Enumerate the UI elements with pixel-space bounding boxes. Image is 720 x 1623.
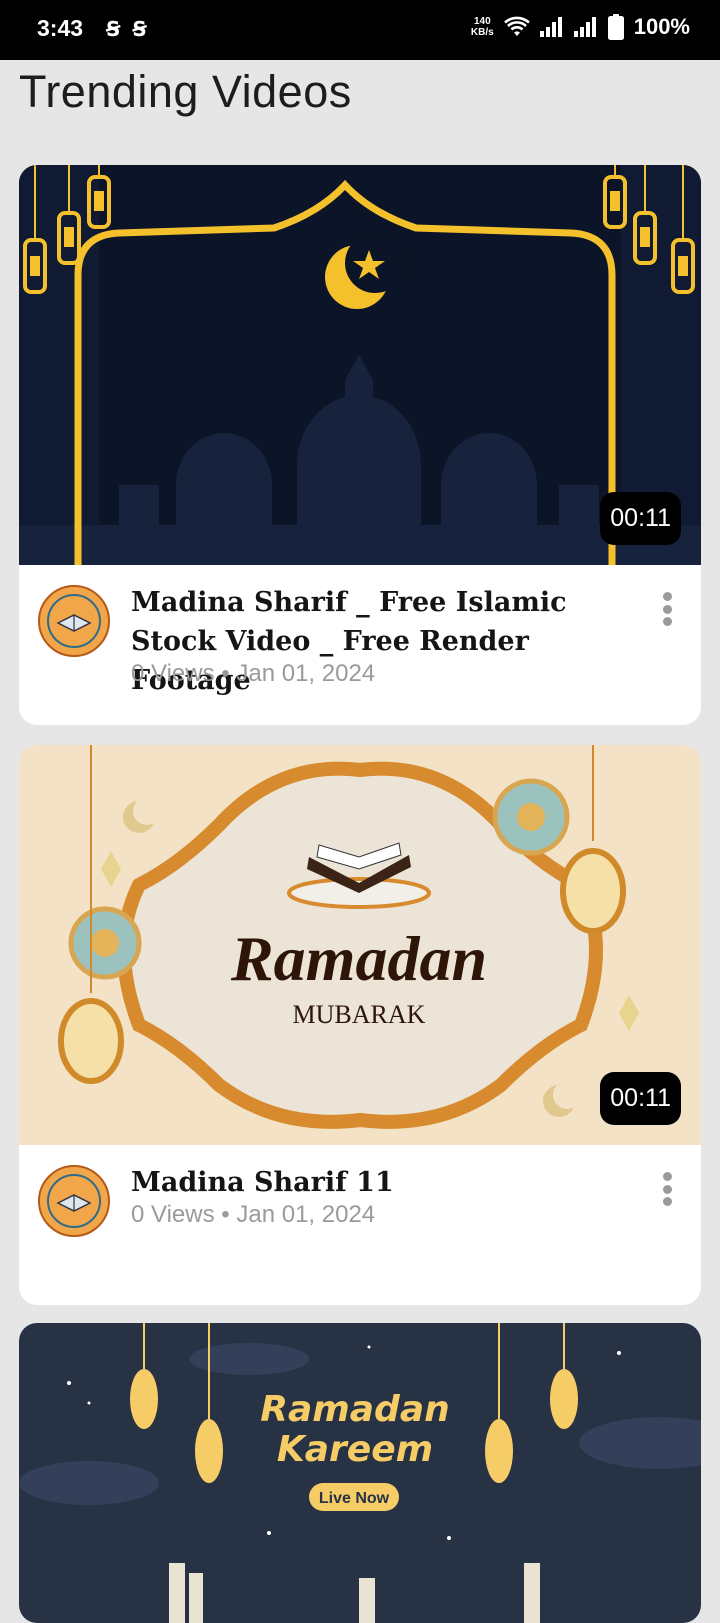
separator-dot: •	[221, 660, 237, 687]
video-meta: Madina Sharif 11 0 Views • Jan 01, 2024	[19, 1145, 701, 1305]
thumbnail-text-ramadan: Ramadan	[230, 923, 487, 994]
thumbnail-graphic-ramadan-mubarak: Ramadan MUBARAK	[19, 745, 701, 1145]
video-stats: 0 Views • Jan 01, 2024	[131, 1201, 375, 1229]
thumbnail-text-kareem: Kareem	[277, 1429, 433, 1470]
status-bar: 3:43 Ꞩ Ꞩ 140 KB/s 100%	[0, 0, 720, 60]
video-title[interactable]: Madina Sharif 11	[131, 1163, 651, 1202]
thumbnail-text-ramadan: Ramadan	[260, 1389, 450, 1430]
thumbnail-graphic-ramadan-kareem: Ramadan Kareem Live Now	[19, 1323, 701, 1623]
more-options-icon[interactable]	[661, 1172, 673, 1206]
video-views: 0 Views	[131, 660, 215, 687]
video-thumbnail[interactable]: 00:11	[19, 165, 701, 565]
battery-percent: 100%	[633, 14, 690, 39]
video-stats: 0 Views • Jan 01, 2024	[131, 660, 375, 688]
video-thumbnail[interactable]: Ramadan MUBARAK 00:11	[19, 745, 701, 1145]
signal-icon	[539, 17, 562, 37]
network-speed: 140 KB/s	[470, 16, 494, 38]
channel-avatar[interactable]	[38, 1165, 110, 1237]
app-notification-icon: Ꞩ	[106, 19, 121, 41]
book-logo-icon	[47, 594, 101, 648]
video-meta: Madina Sharif _ Free Islamic Stock Video…	[19, 565, 701, 725]
more-options-icon[interactable]	[661, 592, 673, 626]
page-title: Trending Videos	[19, 66, 352, 117]
channel-avatar[interactable]	[38, 585, 110, 657]
duration-badge: 00:11	[600, 1072, 681, 1125]
book-logo-icon	[47, 1174, 101, 1228]
thumbnail-text-mubarak: MUBARAK	[293, 1000, 426, 1029]
status-right: 140 KB/s 100%	[471, 14, 690, 40]
duration-badge: 00:11	[600, 492, 681, 545]
notification-icons: Ꞩ Ꞩ	[106, 18, 147, 42]
video-views: 0 Views	[131, 1201, 215, 1228]
video-card[interactable]: 00:11 Madina Sharif _ Free Islamic Stock…	[19, 165, 701, 725]
app-notification-icon: Ꞩ	[132, 19, 147, 41]
battery-icon	[607, 14, 624, 40]
separator-dot: •	[221, 1201, 237, 1228]
video-date: Jan 01, 2024	[236, 660, 376, 687]
signal-icon	[573, 17, 596, 37]
video-thumbnail[interactable]: Ramadan Kareem Live Now	[19, 1323, 701, 1623]
wifi-icon	[503, 16, 530, 36]
video-card[interactable]: Ramadan MUBARAK 00:11 Madina Sharif 11 0…	[19, 745, 701, 1305]
video-date: Jan 01, 2024	[236, 1201, 376, 1228]
video-card[interactable]: Ramadan Kareem Live Now	[19, 1323, 701, 1623]
thumbnail-live-badge: Live Now	[319, 1490, 390, 1507]
status-time: 3:43	[37, 15, 84, 41]
thumbnail-graphic-madina	[19, 165, 701, 565]
